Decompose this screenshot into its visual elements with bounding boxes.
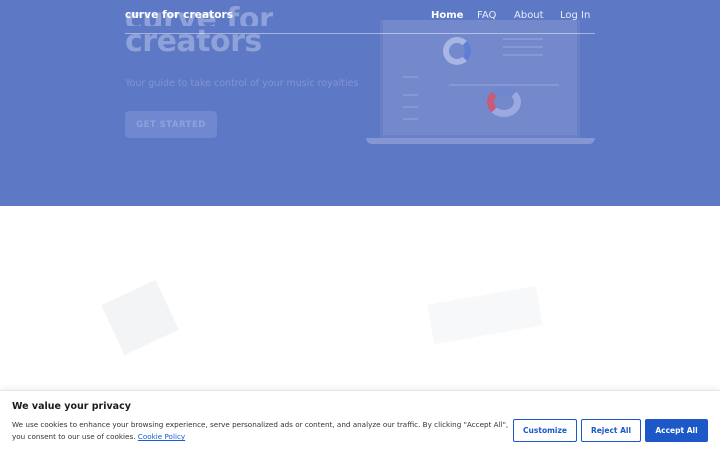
laptop-illustration	[366, 20, 595, 146]
laptop-base	[366, 138, 595, 144]
cookie-description: We use cookies to enhance your browsing …	[12, 420, 509, 441]
faded-illustration-right	[427, 285, 543, 345]
table-row	[503, 38, 543, 40]
table-row	[403, 94, 418, 96]
cookie-title: We value your privacy	[12, 401, 131, 412]
table-row	[503, 46, 543, 48]
hero-title-line2: creators	[125, 24, 262, 59]
table-row	[449, 84, 559, 86]
cookie-banner: We value your privacy We use cookies to …	[0, 390, 720, 450]
nav-divider	[125, 33, 595, 34]
laptop-screen	[380, 20, 580, 138]
hero-subtitle: Your guide to take control of your music…	[125, 78, 359, 89]
nav-home[interactable]: Home	[431, 10, 463, 21]
table-row	[403, 118, 418, 120]
site-logo[interactable]: curve for creators	[125, 9, 233, 21]
customize-button[interactable]: Customize	[513, 419, 577, 442]
hero-section: curve for creators Your guide to take co…	[0, 0, 720, 206]
accept-all-button[interactable]: Accept All	[645, 419, 708, 442]
nav-login[interactable]: Log In	[560, 10, 590, 21]
cookie-text: We use cookies to enhance your browsing …	[12, 419, 512, 443]
nav-faq[interactable]: FAQ	[477, 10, 496, 21]
faded-illustration-left	[101, 279, 179, 356]
reject-all-button[interactable]: Reject All	[581, 419, 641, 442]
cookie-policy-link[interactable]: Cookie Policy	[138, 432, 185, 441]
nav-about[interactable]: About	[514, 10, 544, 21]
table-row	[403, 76, 418, 78]
donut-chart-icon	[487, 87, 521, 117]
get-started-button[interactable]: GET STARTED	[125, 111, 217, 138]
donut-chart-icon	[443, 37, 471, 65]
table-row	[503, 54, 543, 56]
table-row	[403, 106, 418, 108]
